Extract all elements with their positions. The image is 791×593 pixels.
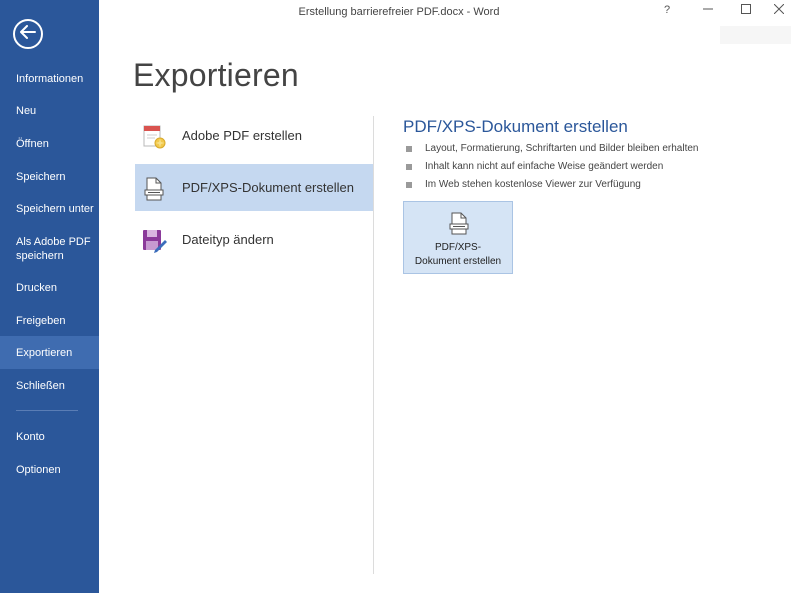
nav-label: Speichern unter: [16, 203, 94, 215]
close-button[interactable]: [768, 2, 790, 18]
bullet-icon: [406, 146, 412, 152]
restore-button[interactable]: [735, 2, 757, 18]
nav-label: Informationen: [16, 73, 84, 85]
nav-freigeben[interactable]: Freigeben: [0, 314, 99, 328]
nav-informationen[interactable]: Informationen: [0, 72, 99, 86]
nav-label: Optionen: [16, 464, 61, 476]
nav-label: Konto: [16, 431, 45, 443]
sidebar-divider: [16, 410, 78, 411]
nav-label: Schließen: [16, 380, 65, 392]
close-icon: [773, 3, 785, 17]
option-pdf-xps-dokument-erstellen[interactable]: PDF/XPS-Dokument erstellen: [135, 164, 373, 211]
back-button[interactable]: [13, 19, 43, 49]
option-label: PDF/XPS-Dokument erstellen: [182, 180, 354, 195]
nav-label: Öffnen: [16, 138, 49, 150]
change-filetype-icon: [141, 228, 167, 253]
minimize-icon: [703, 4, 713, 17]
pdf-xps-document-icon: [141, 176, 165, 201]
nav-als-adobe-pdf-speichern[interactable]: Als Adobe PDF speichern: [0, 235, 99, 263]
nav-label: Exportieren: [16, 347, 73, 359]
nav-drucken[interactable]: Drucken: [0, 281, 99, 295]
nav-exportieren[interactable]: Exportieren: [0, 336, 99, 369]
restore-icon: [741, 3, 751, 17]
option-label: Adobe PDF erstellen: [182, 128, 302, 143]
pdf-xps-document-icon: [449, 212, 469, 236]
nav-optionen[interactable]: Optionen: [0, 463, 99, 477]
backstage-sidebar: Informationen Neu Öffnen Speichern Speic…: [0, 0, 99, 593]
option-label: Dateityp ändern: [182, 232, 274, 247]
create-pdf-xps-button[interactable]: PDF/XPS- Dokument erstellen: [403, 201, 513, 274]
nav-label: Freigeben: [16, 315, 66, 327]
help-icon: ?: [663, 4, 671, 16]
nav-label: Drucken: [16, 282, 57, 294]
nav-konto[interactable]: Konto: [0, 430, 99, 444]
bullet-icon: [406, 164, 412, 170]
bullet-icon: [406, 182, 412, 188]
option-dateityp-aendern[interactable]: Dateityp ändern: [135, 216, 373, 263]
window-title: Erstellung barrierefreier PDF.docx - Wor…: [298, 6, 500, 18]
bullet-text: Layout, Formatierung, Schriftarten und B…: [425, 143, 699, 154]
help-button[interactable]: ?: [656, 2, 678, 18]
nav-oeffnen[interactable]: Öffnen: [0, 137, 99, 151]
bullet-text: Inhalt kann nicht auf einfache Weise geä…: [425, 161, 664, 172]
nav-neu[interactable]: Neu: [0, 104, 99, 118]
page-title: Exportieren: [133, 57, 299, 93]
create-button-label: PDF/XPS- Dokument erstellen: [414, 242, 502, 267]
minimize-button[interactable]: [697, 2, 719, 18]
nav-speichern[interactable]: Speichern: [0, 170, 99, 184]
nav-label: Speichern: [16, 171, 66, 183]
nav-label: Neu: [16, 105, 37, 117]
nav-speichern-unter[interactable]: Speichern unter: [0, 202, 99, 216]
back-arrow-icon: [20, 24, 36, 44]
option-adobe-pdf-erstellen[interactable]: Adobe PDF erstellen: [135, 112, 373, 159]
pane-divider: [373, 116, 374, 574]
detail-title: PDF/XPS-Dokument erstellen: [403, 117, 628, 136]
nav-label: Als Adobe PDF speichern: [16, 236, 91, 262]
nav-schliessen[interactable]: Schließen: [0, 379, 99, 393]
title-bar-strip: [720, 26, 791, 44]
bullet-text: Im Web stehen kostenlose Viewer zur Verf…: [425, 179, 641, 190]
adobe-pdf-icon: [141, 124, 166, 149]
